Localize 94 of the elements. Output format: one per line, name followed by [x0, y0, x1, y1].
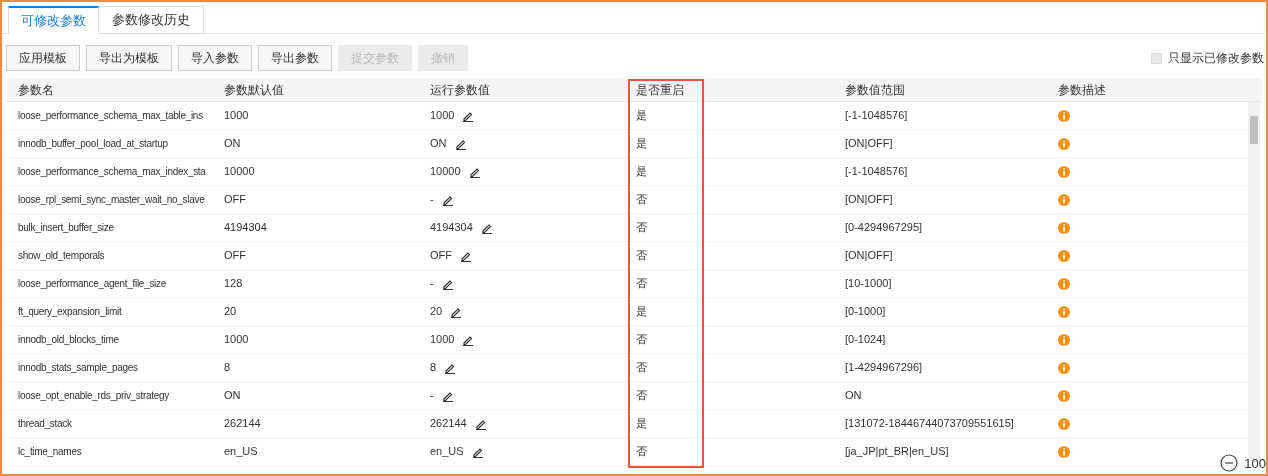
table-cell-text: loose_performance_schema_max_index_sta [18, 165, 206, 179]
info-icon[interactable] [1058, 333, 1070, 346]
table-cell-text: 否 [636, 332, 647, 348]
column-header: 参数默认值 [223, 81, 285, 99]
table-cell-text: 1000 [430, 108, 455, 124]
table-cell-text: 是 [636, 136, 647, 152]
toolbar-button[interactable]: 导出参数 [258, 45, 332, 71]
table-cell-text: lc_time_names [18, 445, 82, 459]
table-cell-text: en_US [430, 444, 464, 460]
info-icon[interactable] [1058, 193, 1070, 206]
table-cell-text: 1000 [430, 332, 455, 348]
table-cell-text: thread_stack [18, 417, 72, 431]
table-cell-text: [1-4294967296] [845, 360, 923, 376]
table-cell-text: [131072-18446744073709551615] [845, 416, 1014, 432]
table-cell-text: - [430, 388, 434, 404]
table-cell-text: 否 [636, 388, 647, 404]
table-cell-text: [0-1000] [845, 304, 886, 320]
table-cell-text: 4194304 [224, 220, 267, 236]
table-cell-text: 否 [636, 444, 647, 460]
table-cell-text: show_old_temporals [18, 249, 105, 263]
info-icon[interactable] [1058, 109, 1070, 122]
table-cell-text: 是 [636, 304, 647, 320]
table-cell-text: - [430, 276, 434, 292]
info-icon[interactable] [1058, 389, 1070, 402]
table-cell-text: [-1-1048576] [845, 108, 908, 124]
table-cell-text: 否 [636, 360, 647, 376]
table-cell-text: innodb_buffer_pool_load_at_startup [18, 137, 168, 151]
info-icon[interactable] [1058, 165, 1070, 178]
table-cell-text: 20 [224, 304, 237, 320]
table-cell-text: loose_performance_schema_max_table_ins [18, 109, 203, 123]
table-cell-text: en_US [224, 444, 258, 460]
column-header: 是否重启 [635, 81, 685, 99]
table-cell-text: 1000 [224, 108, 249, 124]
table-cell-text: [ON|OFF] [845, 248, 893, 264]
toolbar-button[interactable]: 导出为模板 [86, 45, 172, 71]
table-cell-text: loose_opt_enable_rds_priv_strategy [18, 389, 170, 403]
table-cell-text: ft_query_expansion_limit [18, 305, 122, 319]
table-cell-text: 262144 [430, 416, 467, 432]
table-cell-text: [0-4294967295] [845, 220, 923, 236]
table-cell-text: OFF [224, 192, 246, 208]
table-cell-text: 是 [636, 108, 647, 124]
toolbar-button[interactable]: 应用模板 [6, 45, 80, 71]
table-cell-text: ON [430, 136, 447, 152]
table-cell-text: 20 [430, 304, 443, 320]
table-cell-text: 128 [224, 276, 243, 292]
column-header: 参数值范围 [844, 81, 906, 99]
column-header: 运行参数值 [429, 81, 491, 99]
table-cell-text: 10000 [430, 164, 461, 180]
table-cell-text: 否 [636, 220, 647, 236]
table-cell-text: ON [224, 388, 241, 404]
table-cell-text: innodb_stats_sample_pages [18, 361, 138, 375]
table-cell-text: 否 [636, 192, 647, 208]
table-cell-text: - [430, 192, 434, 208]
table-cell-text: [ja_JP|pt_BR|en_US] [845, 444, 949, 460]
checkbox[interactable] [1151, 52, 1162, 64]
table-cell-text: loose_rpl_semi_sync_master_wait_no_slave [18, 193, 205, 207]
table-cell-text: 8 [430, 360, 437, 376]
table-cell-text: [ON|OFF] [845, 192, 893, 208]
table-cell-text: 8 [224, 360, 231, 376]
zoom-out-icon[interactable] [1220, 454, 1239, 473]
info-icon[interactable] [1058, 361, 1070, 374]
table-cell-text: 262144 [224, 416, 261, 432]
tab[interactable]: 参数修改历史 [99, 6, 204, 34]
info-icon[interactable] [1058, 445, 1070, 458]
info-icon[interactable] [1058, 137, 1070, 150]
table-cell-text: 否 [636, 248, 647, 264]
table-cell-text: OFF [430, 248, 452, 264]
table-cell-text: OFF [224, 248, 246, 264]
column-header: 参数描述 [1057, 81, 1107, 99]
info-icon[interactable] [1058, 305, 1070, 318]
tab[interactable]: 可修改参数 [8, 6, 99, 34]
info-icon[interactable] [1058, 417, 1070, 430]
table-cell-text: [0-1024] [845, 332, 886, 348]
table-cell-text: 4194304 [430, 220, 473, 236]
info-icon[interactable] [1058, 249, 1070, 262]
column-header: 参数名 [17, 81, 55, 99]
table-cell-text: [ON|OFF] [845, 136, 893, 152]
table-cell-text: 1000 [224, 332, 249, 348]
info-icon[interactable] [1058, 277, 1070, 290]
table-cell-text: 是 [636, 164, 647, 180]
table-cell-text: 10000 [224, 164, 255, 180]
table-cell-text: [-1-1048576] [845, 164, 908, 180]
table-cell-text: 是 [636, 416, 647, 432]
toolbar-button[interactable]: 导入参数 [178, 45, 252, 71]
info-icon[interactable] [1058, 221, 1070, 234]
table-cell-text: ON [224, 136, 241, 152]
table-cell-text: 否 [636, 276, 647, 292]
table-cell-text: bulk_insert_buffer_size [18, 221, 114, 235]
table-cell-text: [10-1000] [845, 276, 892, 292]
checkbox-label: 只显示已修改参数 [1168, 50, 1264, 67]
zoom-level: 100 [1244, 454, 1266, 473]
table-cell-text: loose_performance_agent_file_size [18, 277, 166, 291]
table-cell-text: ON [845, 388, 862, 404]
table-cell-text: innodb_old_blocks_time [18, 333, 119, 347]
